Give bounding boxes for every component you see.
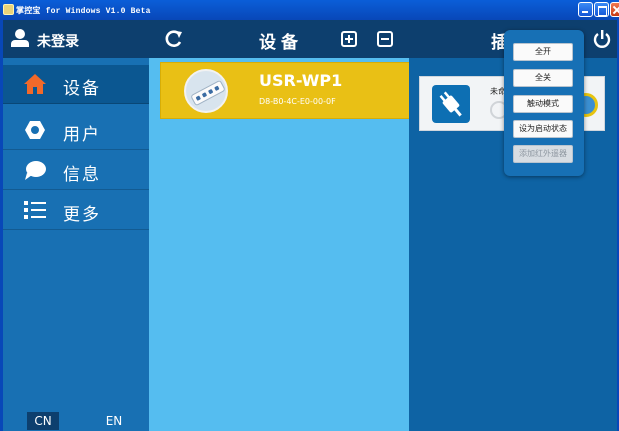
maximize-button[interactable] — [594, 2, 609, 17]
device-card[interactable]: USR-WP1 D8-B0-4C-E0-00-0F — [160, 62, 410, 119]
remove-device-button[interactable] — [377, 31, 393, 47]
window-title-bar: 掌控宝 for Windows V1.0 Beta — [0, 0, 619, 20]
sidebar-item-label: 设备 — [63, 79, 101, 99]
sidebar-item-more[interactable]: 更多 — [3, 191, 149, 230]
device-mac: D8-B0-4C-E0-00-0F — [259, 97, 336, 106]
user-header[interactable]: 未登录 — [3, 20, 149, 58]
page-title: 设备 — [259, 33, 303, 53]
sidebar-item-label: 更多 — [63, 205, 101, 225]
gear-icon — [25, 121, 45, 139]
app-icon — [3, 4, 14, 15]
device-list: USR-WP1 D8-B0-4C-E0-00-0F — [149, 58, 410, 431]
sidebar-item-users[interactable]: 用户 — [3, 111, 149, 150]
all-on-button[interactable]: 全开 — [513, 43, 573, 61]
power-icon[interactable] — [593, 30, 611, 48]
minimize-button[interactable] — [578, 2, 593, 17]
power-popup-menu: 全开 全关 触动模式 设为启动状态 添加红外遥器 — [504, 30, 584, 176]
sidebar-item-label: 信息 — [63, 165, 101, 185]
sidebar: 未登录 设备 用户 信息 更多 CN EN — [3, 20, 149, 431]
touch-mode-button[interactable]: 触动模式 — [513, 95, 573, 113]
home-icon — [24, 74, 46, 94]
add-ir-remote-button: 添加红外遥器 — [513, 145, 573, 163]
login-status: 未登录 — [37, 34, 79, 50]
list-icon — [24, 201, 46, 219]
language-en-button[interactable]: EN — [100, 412, 128, 430]
sidebar-item-messages[interactable]: 信息 — [3, 151, 149, 190]
window-title: 掌控宝 for Windows V1.0 Beta — [16, 7, 151, 16]
all-off-button[interactable]: 全关 — [513, 69, 573, 87]
sidebar-item-devices[interactable]: 设备 — [3, 65, 149, 104]
close-button[interactable] — [610, 2, 619, 17]
language-cn-button[interactable]: CN — [27, 412, 59, 430]
plug-icon — [432, 85, 470, 123]
refresh-icon[interactable] — [165, 30, 183, 48]
set-startup-state-button[interactable]: 设为启动状态 — [513, 120, 573, 138]
power-strip-image — [184, 69, 228, 113]
chat-bubble-icon — [25, 161, 46, 180]
sidebar-item-label: 用户 — [63, 125, 101, 145]
user-icon — [11, 29, 29, 49]
add-device-button[interactable] — [341, 31, 357, 47]
device-name: USR-WP1 — [259, 71, 343, 90]
devices-header: 设备 — [149, 20, 409, 58]
